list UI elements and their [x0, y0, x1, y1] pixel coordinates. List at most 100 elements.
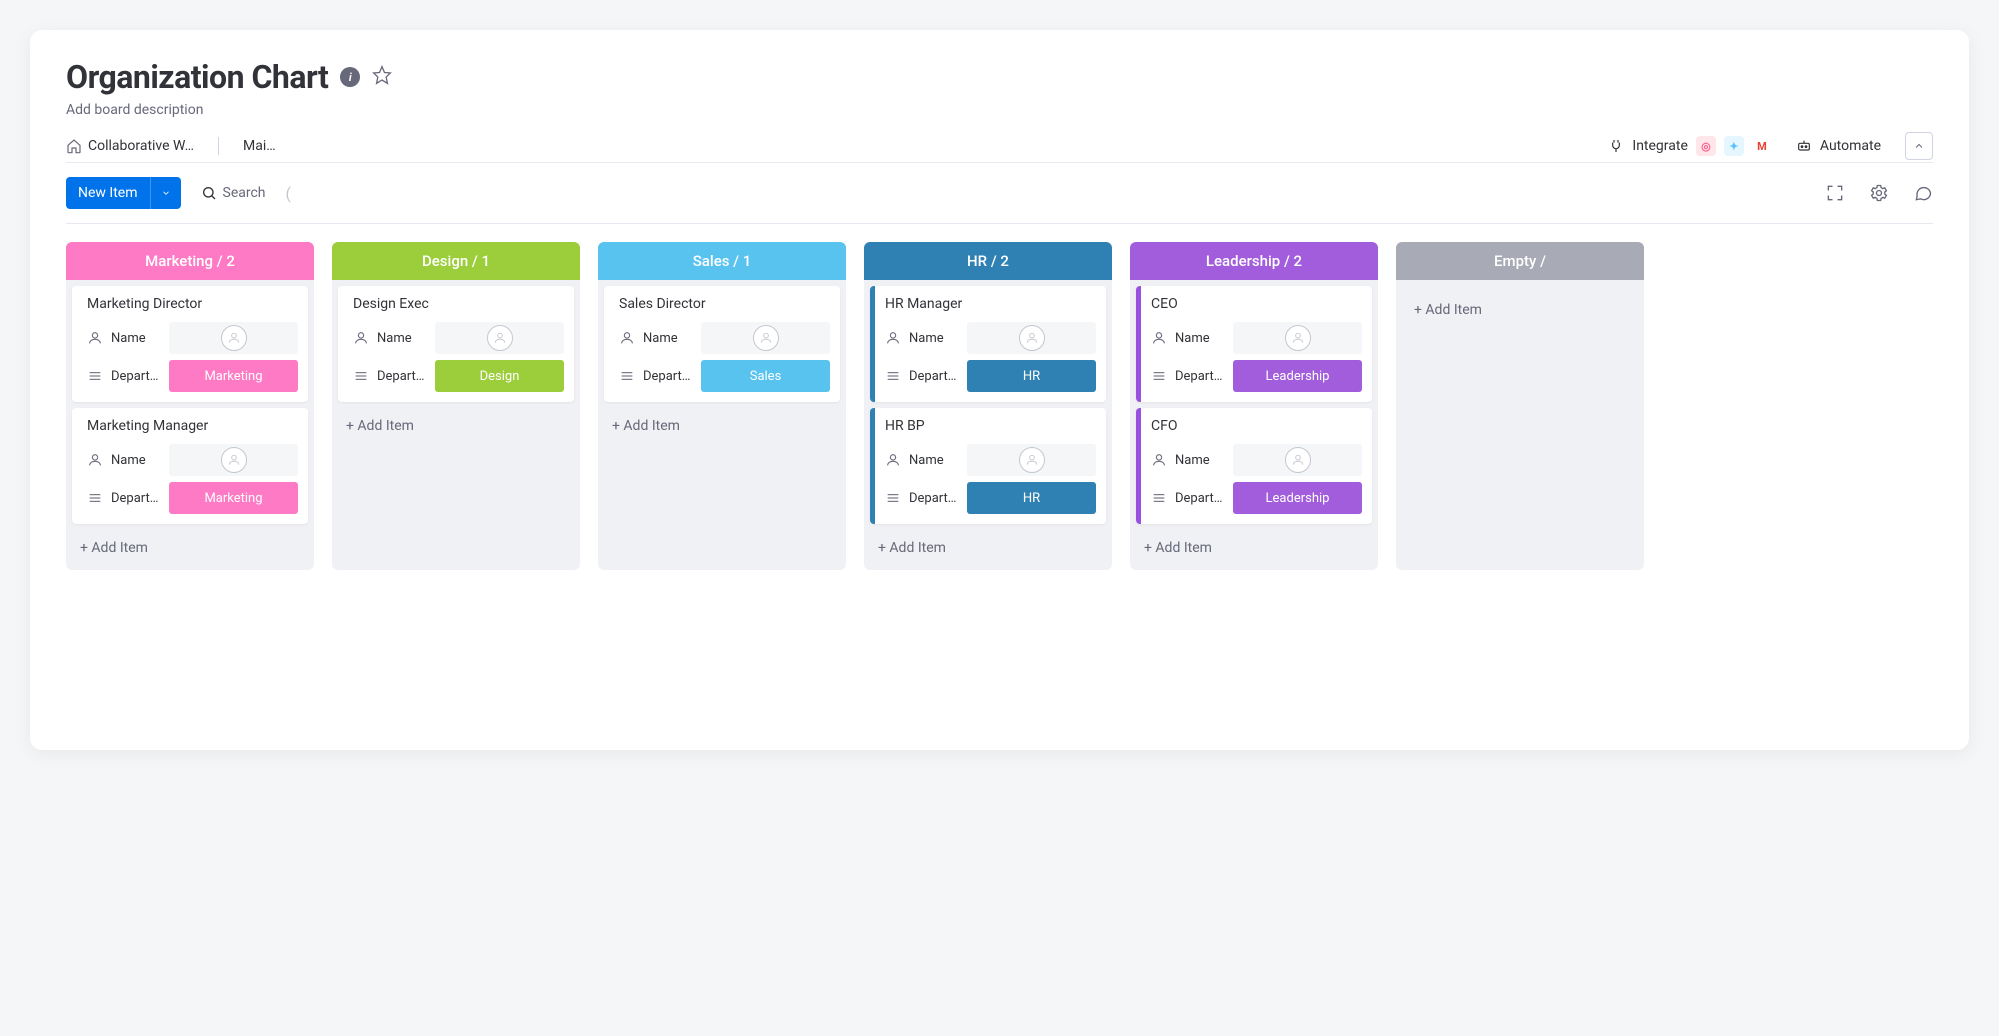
dept-field-label: Depart…	[909, 369, 959, 384]
dept-field-label: Depart…	[1175, 491, 1225, 506]
name-field-value[interactable]	[701, 322, 830, 354]
tab-view[interactable]: Mai…	[243, 130, 276, 162]
chat-icon[interactable]	[1913, 183, 1933, 203]
add-item-button[interactable]: + Add Item	[870, 530, 1106, 560]
list-icon	[1151, 368, 1167, 384]
search-button[interactable]: Search	[201, 185, 266, 201]
avatar-placeholder-icon	[221, 325, 247, 351]
user-icon	[1151, 330, 1167, 346]
search-icon	[201, 185, 217, 201]
column-header[interactable]: HR / 2	[864, 242, 1112, 280]
avatar-placeholder-icon	[1285, 325, 1311, 351]
name-field-value[interactable]	[169, 322, 298, 354]
integrate-button[interactable]: Integrate ◎ ✦ M	[1608, 136, 1772, 156]
add-item-button[interactable]: + Add Item	[604, 408, 840, 438]
name-field-value[interactable]	[169, 444, 298, 476]
dept-field-value[interactable]: Marketing	[169, 360, 298, 392]
name-field-value[interactable]	[1233, 322, 1362, 354]
kanban-card[interactable]: CFO Name Depart… Leadership	[1136, 408, 1372, 524]
name-field-value[interactable]	[967, 322, 1096, 354]
avatar-placeholder-icon	[1019, 447, 1045, 473]
dept-field-value[interactable]: Marketing	[169, 482, 298, 514]
truncated-filter-icon: (	[286, 184, 291, 203]
new-item-button[interactable]: New Item	[66, 177, 181, 209]
list-icon	[885, 368, 901, 384]
board-description[interactable]: Add board description	[66, 102, 1933, 118]
info-icon[interactable]: i	[340, 67, 360, 87]
star-icon[interactable]	[372, 65, 392, 89]
avatar-placeholder-icon	[221, 447, 247, 473]
name-field-label: Name	[1175, 331, 1225, 346]
plug-icon	[1608, 138, 1624, 154]
app-frame: Organization Chart i Add board descripti…	[30, 30, 1969, 750]
fullscreen-icon[interactable]	[1825, 183, 1845, 203]
gear-icon[interactable]	[1869, 183, 1889, 203]
kanban-card[interactable]: HR BP Name Depart… HR	[870, 408, 1106, 524]
tab-view-label: Mai…	[243, 138, 276, 154]
column-header[interactable]: Empty /	[1396, 242, 1644, 280]
kanban-card[interactable]: Marketing Manager Name Depart… Marketing	[72, 408, 308, 524]
kanban-card[interactable]: Marketing Director Name Depart… Marketin…	[72, 286, 308, 402]
column-design: Design / 1 Design Exec Name Depart… Desi…	[332, 242, 580, 570]
avatar-placeholder-icon	[487, 325, 513, 351]
column-sales: Sales / 1 Sales Director Name Depart… Sa…	[598, 242, 846, 570]
dept-field-value[interactable]: Sales	[701, 360, 830, 392]
column-header[interactable]: Design / 1	[332, 242, 580, 280]
robot-icon	[1796, 138, 1812, 154]
dept-field-value[interactable]: HR	[967, 482, 1096, 514]
new-item-dropdown[interactable]	[150, 177, 181, 209]
avatar-placeholder-icon	[1285, 447, 1311, 473]
card-title: Sales Director	[619, 296, 830, 312]
kanban-card[interactable]: Sales Director Name Depart… Sales	[604, 286, 840, 402]
dept-field-label: Depart…	[111, 491, 161, 506]
dept-field-label: Depart…	[909, 491, 959, 506]
user-icon	[1151, 452, 1167, 468]
card-title: Marketing Manager	[87, 418, 298, 434]
tab-workspace-label: Collaborative W…	[88, 138, 194, 154]
name-field-label: Name	[1175, 453, 1225, 468]
column-header[interactable]: Sales / 1	[598, 242, 846, 280]
list-icon	[885, 490, 901, 506]
page-title: Organization Chart	[66, 58, 328, 96]
name-field-value[interactable]	[435, 322, 564, 354]
list-icon	[1151, 490, 1167, 506]
column-leadership: Leadership / 2 CEO Name Depart… Leadersh…	[1130, 242, 1378, 570]
list-icon	[87, 368, 103, 384]
column-hr: HR / 2 HR Manager Name Depart… HR	[864, 242, 1112, 570]
add-item-button[interactable]: + Add Item	[1136, 530, 1372, 560]
avatar-placeholder-icon	[1019, 325, 1045, 351]
integration-icon-2: ✦	[1724, 136, 1744, 156]
dept-field-value[interactable]: Leadership	[1233, 360, 1362, 392]
avatar-placeholder-icon	[753, 325, 779, 351]
dept-field-label: Depart…	[643, 369, 693, 384]
home-icon	[66, 138, 82, 154]
collapse-header-button[interactable]	[1905, 132, 1933, 160]
user-icon	[87, 452, 103, 468]
name-field-label: Name	[643, 331, 693, 346]
user-icon	[885, 452, 901, 468]
card-title: CEO	[1151, 296, 1362, 312]
user-icon	[353, 330, 369, 346]
kanban-card[interactable]: Design Exec Name Depart… Design	[338, 286, 574, 402]
dept-field-value[interactable]: Leadership	[1233, 482, 1362, 514]
dept-field-value[interactable]: Design	[435, 360, 564, 392]
kanban-board: Marketing / 2 Marketing Director Name De…	[66, 242, 1933, 590]
name-field-value[interactable]	[1233, 444, 1362, 476]
tab-workspace[interactable]: Collaborative W…	[66, 130, 194, 162]
name-field-value[interactable]	[967, 444, 1096, 476]
name-field-label: Name	[909, 453, 959, 468]
integration-icon-1: ◎	[1696, 136, 1716, 156]
add-item-button[interactable]: + Add Item	[1402, 286, 1638, 334]
add-item-button[interactable]: + Add Item	[72, 530, 308, 560]
kanban-card[interactable]: CEO Name Depart… Leadership	[1136, 286, 1372, 402]
add-item-button[interactable]: + Add Item	[338, 408, 574, 438]
dept-field-label: Depart…	[1175, 369, 1225, 384]
kanban-card[interactable]: HR Manager Name Depart… HR	[870, 286, 1106, 402]
column-header[interactable]: Leadership / 2	[1130, 242, 1378, 280]
user-icon	[619, 330, 635, 346]
dept-field-label: Depart…	[111, 369, 161, 384]
gmail-icon: M	[1752, 136, 1772, 156]
dept-field-value[interactable]: HR	[967, 360, 1096, 392]
column-header[interactable]: Marketing / 2	[66, 242, 314, 280]
automate-button[interactable]: Automate	[1796, 138, 1881, 154]
